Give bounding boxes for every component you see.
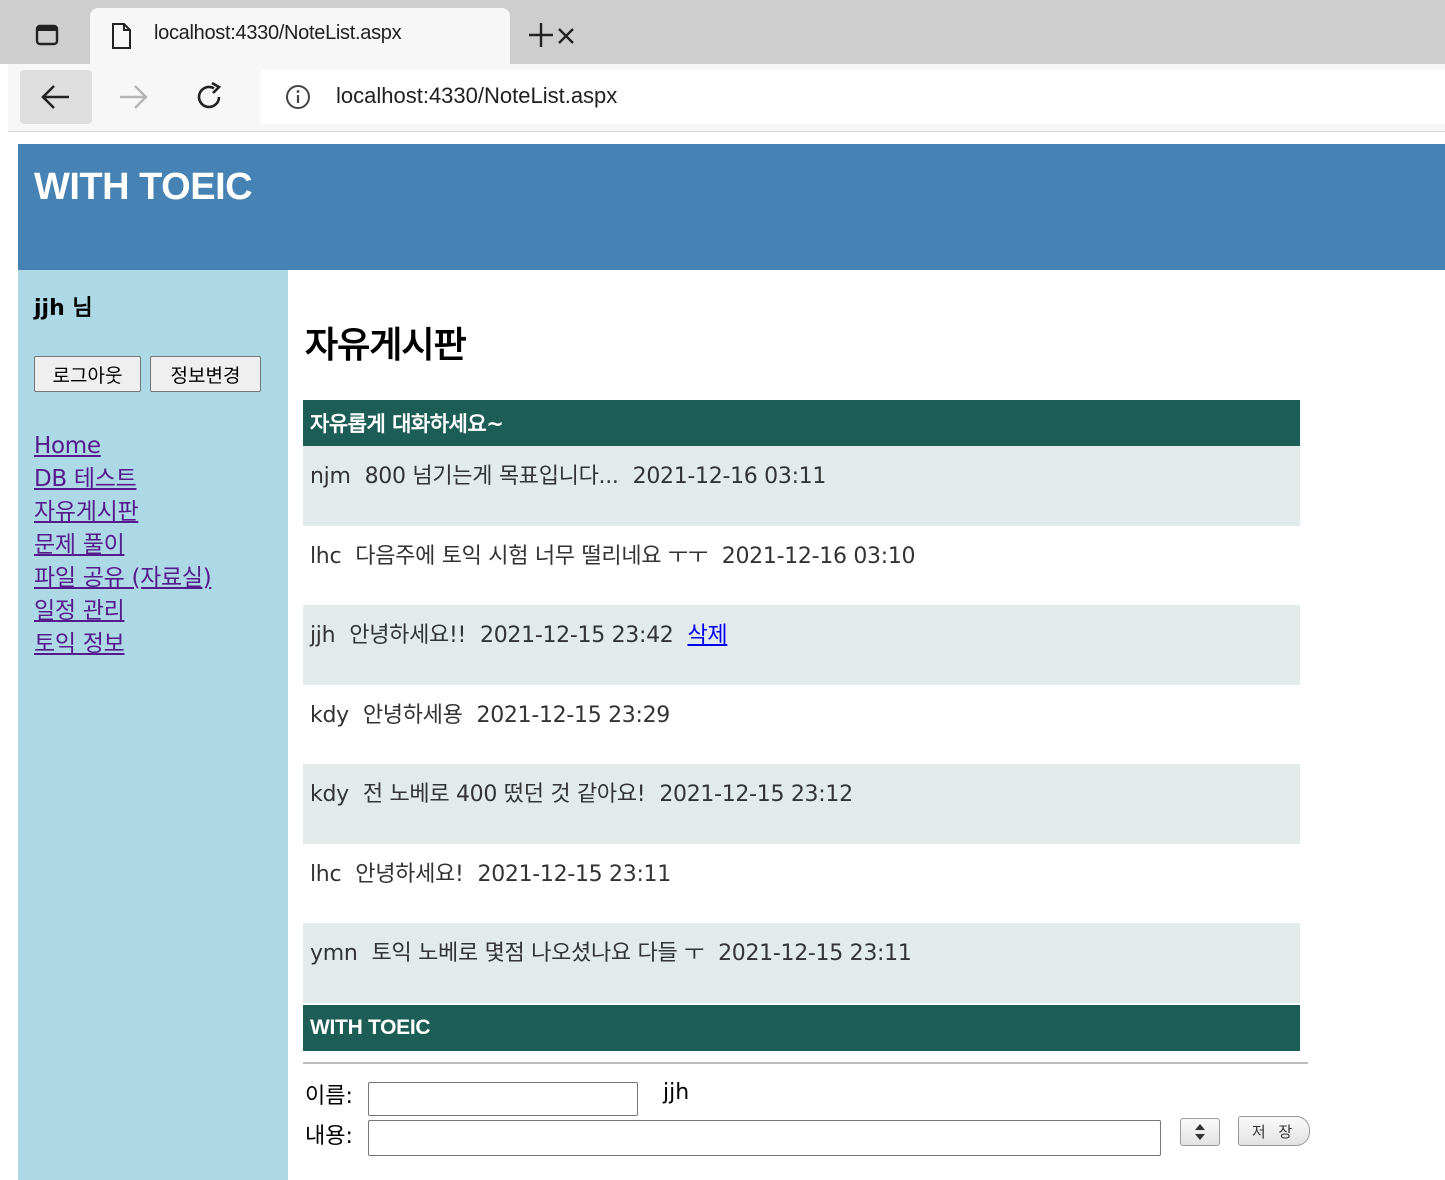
save-button[interactable]: 저 장 [1238, 1116, 1310, 1146]
post-message: 토익 노베로 몇점 나오셨나요 다들 ㅜ [371, 941, 705, 966]
name-label: 이름: [305, 1084, 353, 1109]
table-row: lhc 안녕하세요! 2021-12-15 23:11 [303, 844, 1300, 924]
table-header: 자유롭게 대화하세요~ [303, 400, 1300, 446]
table-row: kdy 안녕하세용 2021-12-15 23:29 [303, 685, 1300, 765]
sidebar: jjh 님 로그아웃 정보변경 Home DB 테스트 자유게시판 문제 풀이 … [18, 270, 288, 1180]
main-content: 자유게시판 자유롭게 대화하세요~ njm 800 넘기는게 목표입니다... 20… [303, 270, 1310, 1180]
post-author: lhc [310, 543, 342, 569]
content-label: 내용: [305, 1124, 353, 1149]
spin-control[interactable] [1180, 1118, 1220, 1146]
post-message: 전 노베로 400 떴던 것 같아요! [362, 782, 646, 807]
post-message: 안녕하세용 [362, 702, 463, 728]
page-icon [112, 23, 131, 49]
nav-link-home[interactable]: Home [34, 430, 211, 463]
post-message: 안녕하세요!! [349, 623, 467, 648]
tab-actions-button[interactable] [14, 10, 80, 60]
nav-link-db-test[interactable]: DB 테스트 [34, 463, 211, 496]
reload-icon [197, 81, 222, 109]
posts-table: 자유롭게 대화하세요~ njm 800 넘기는게 목표입니다... 2021-12-… [303, 400, 1300, 1051]
post-author: ymn [310, 941, 358, 966]
post-date: 2021-12-15 23:42 [480, 623, 674, 648]
name-input[interactable] [368, 1082, 638, 1116]
name-value: jjh [663, 1080, 690, 1105]
plus-icon [529, 23, 553, 47]
table-row: ymn 토익 노베로 몇점 나오셨나요 다들 ㅜ 2021-12-15 23:11 [303, 923, 1300, 1003]
back-button[interactable] [20, 70, 92, 124]
post-date: 2021-12-15 23:29 [476, 702, 671, 728]
site-header: WITH TOEIC [18, 144, 1445, 270]
post-author: jjh [310, 623, 336, 648]
web-page: WITH TOEIC jjh 님 로그아웃 정보변경 Home DB 테스트 자… [18, 144, 1445, 1180]
post-message: 800 넘기는게 목표입니다... [364, 464, 619, 489]
post-date: 2021-12-15 23:11 [718, 941, 912, 966]
page-title: 자유게시판 [305, 325, 467, 366]
site-brand: WITH TOEIC [34, 166, 253, 208]
spin-arrows-icon [1195, 1124, 1205, 1140]
nav-link-board[interactable]: 자유게시판 [34, 496, 211, 529]
table-row: njm 800 넘기는게 목표입니다... 2021-12-16 03:11 [303, 446, 1300, 526]
divider [303, 1062, 1308, 1064]
post-date: 2021-12-16 03:10 [721, 543, 916, 569]
post-author: lhc [310, 861, 342, 887]
post-message: 안녕하세요! [355, 861, 464, 887]
back-arrow-icon [41, 85, 69, 109]
table-row: kdy 전 노베로 400 떴던 것 같아요! 2021-12-15 23:12 [303, 764, 1300, 844]
logout-button[interactable]: 로그아웃 [34, 356, 141, 392]
forward-button[interactable] [106, 70, 160, 124]
tab-actions-icon [35, 24, 59, 46]
post-message: 다음주에 토익 시험 너무 떨리네요 ㅜㅜ [355, 543, 708, 569]
nav-link-schedule[interactable]: 일정 관리 [34, 595, 211, 628]
nav-link-toeic-info[interactable]: 토익 정보 [34, 628, 211, 661]
table-row: jjh 안녕하세요!! 2021-12-15 23:42 삭제 [303, 605, 1300, 685]
post-date: 2021-12-15 23:12 [659, 782, 853, 807]
tab-title: localhost:4330/NoteList.aspx [154, 22, 402, 44]
edit-profile-button[interactable]: 정보변경 [150, 356, 261, 392]
browser-toolbar: localhost:4330/NoteList.aspx [8, 64, 1445, 132]
table-footer: WITH TOEIC [303, 1004, 1300, 1051]
post-author: kdy [310, 702, 349, 728]
sidebar-nav: Home DB 테스트 자유게시판 문제 풀이 파일 공유 (자료실) 일정 관… [34, 430, 212, 661]
url-text[interactable]: localhost:4330/NoteList.aspx [336, 83, 617, 109]
post-author: kdy [310, 782, 349, 807]
table-row: lhc 다음주에 토익 시험 너무 떨리네요 ㅜㅜ 2021-12-16 03:10 [303, 526, 1300, 606]
forward-arrow-icon [120, 85, 148, 109]
post-date: 2021-12-16 03:11 [632, 464, 827, 489]
content-input[interactable] [368, 1120, 1161, 1156]
site-info-icon[interactable] [284, 83, 312, 111]
browser-tab[interactable]: localhost:4330/NoteList.aspx [90, 8, 574, 64]
post-date: 2021-12-15 23:11 [477, 861, 672, 887]
nav-link-problems[interactable]: 문제 풀이 [34, 529, 211, 562]
address-bar[interactable]: localhost:4330/NoteList.aspx [260, 70, 1445, 124]
user-greeting: jjh 님 [34, 296, 93, 321]
nav-link-file-share[interactable]: 파일 공유 (자료실) [34, 562, 212, 595]
new-tab-button[interactable] [522, 16, 560, 54]
reload-button[interactable] [182, 70, 236, 124]
delete-link[interactable]: 삭제 [687, 623, 727, 648]
browser-tabstrip: localhost:4330/NoteList.aspx [0, 0, 1445, 64]
post-author: njm [310, 464, 351, 489]
